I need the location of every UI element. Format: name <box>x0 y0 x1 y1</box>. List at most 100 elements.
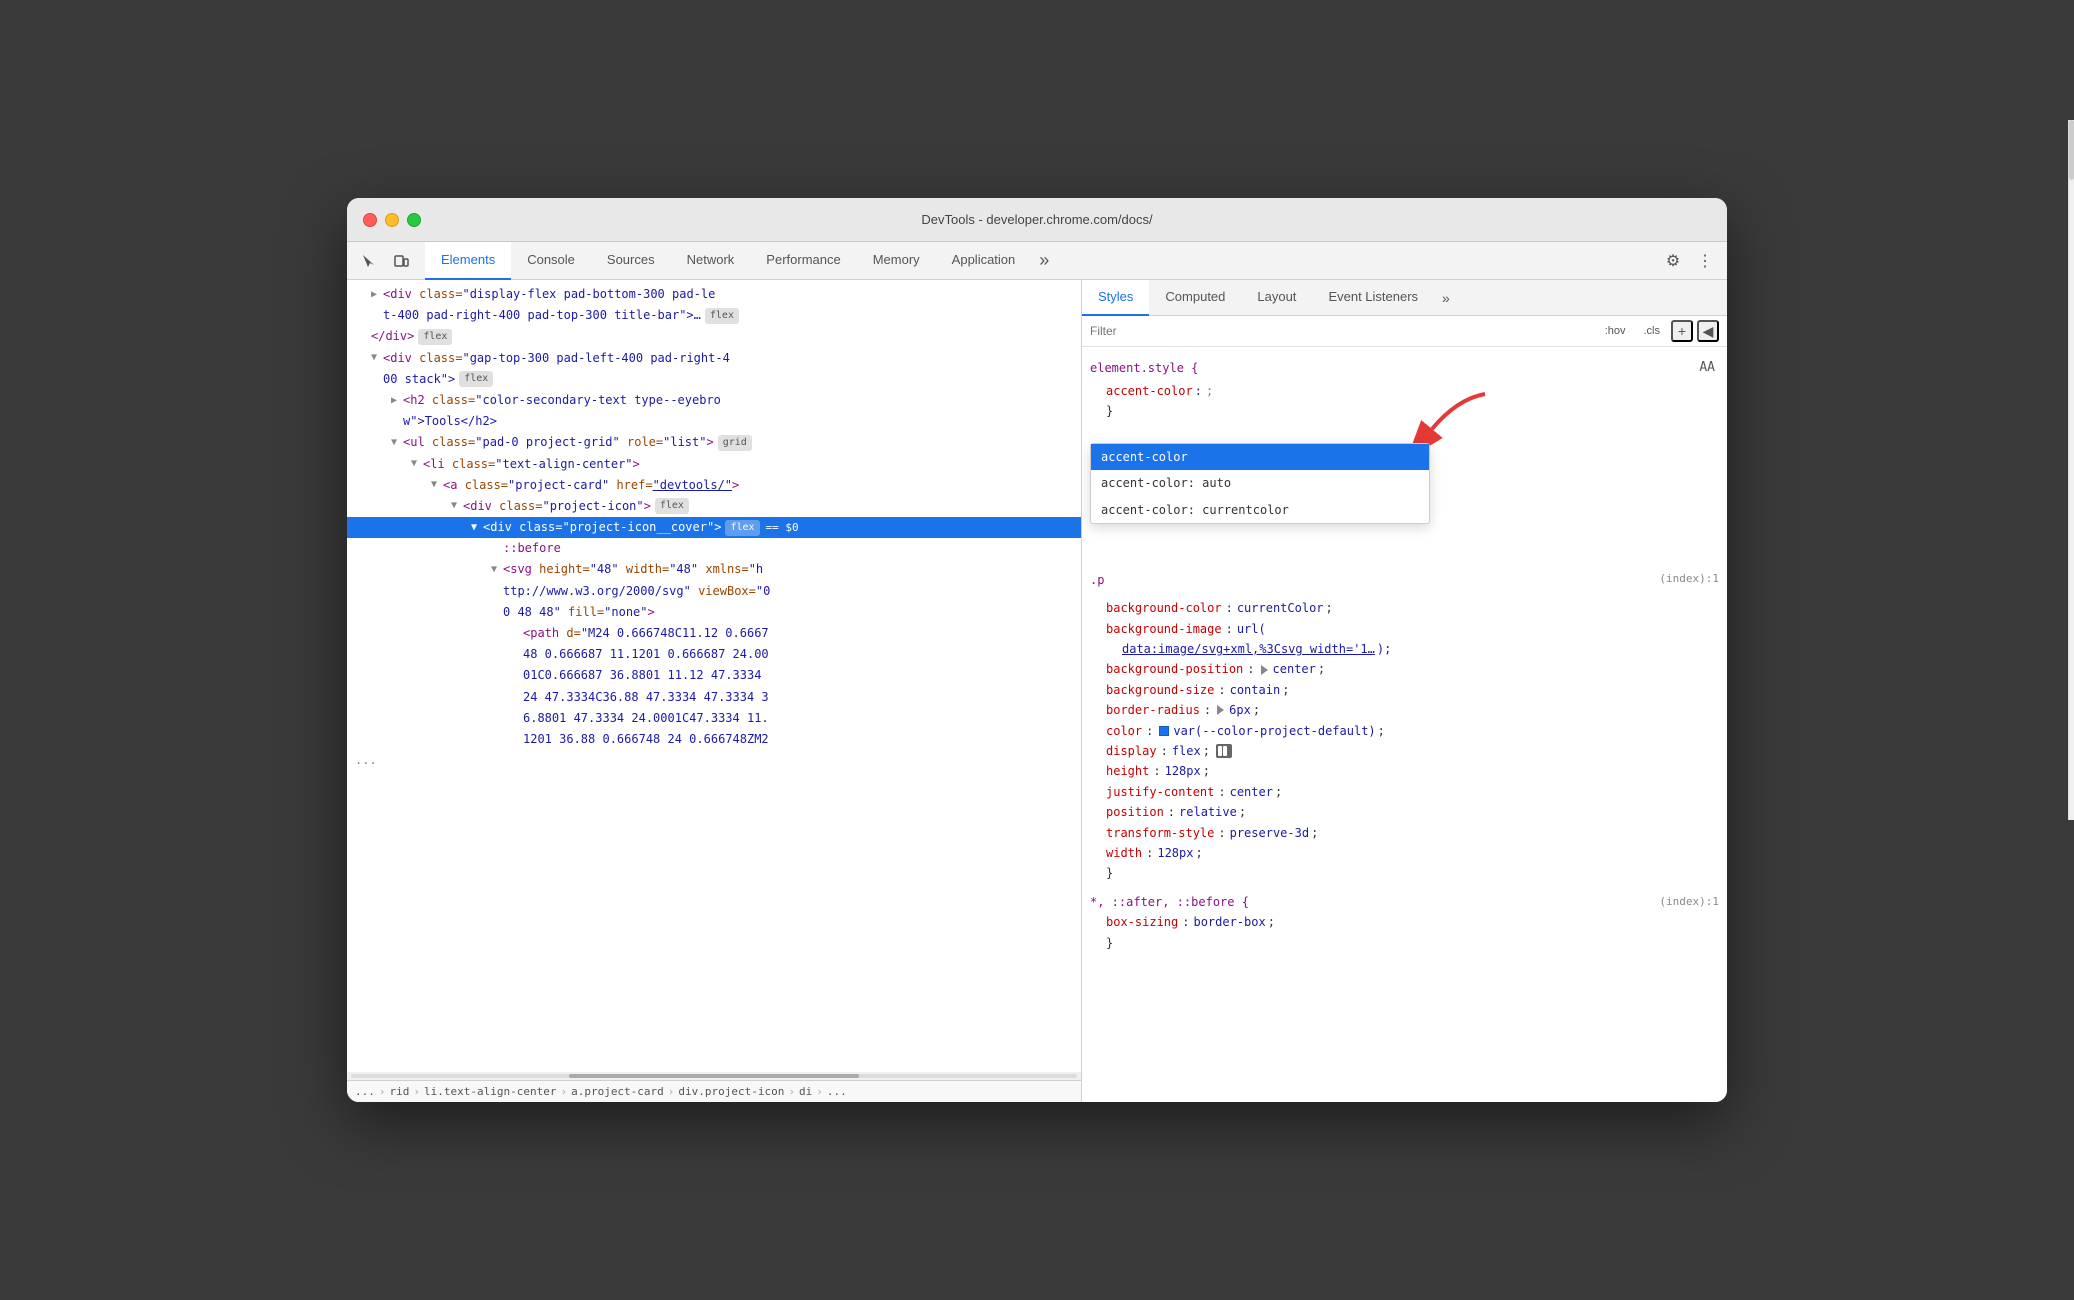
red-arrow-icon <box>1407 389 1487 449</box>
dom-selected-indicator: == $0 <box>766 519 799 537</box>
breadcrumb-item[interactable]: di <box>799 1085 812 1098</box>
dom-line[interactable]: ▶ <h2 class="color-secondary-text type--… <box>347 390 1081 411</box>
dom-line[interactable]: 6.8801 47.3334 24.0001C47.3334 11. <box>347 708 1081 729</box>
tab-event-listeners[interactable]: Event Listeners <box>1312 280 1434 316</box>
autocomplete-item-accent-currentcolor[interactable]: accent-color: currentcolor <box>1091 497 1429 523</box>
styles-tab-overflow[interactable]: » <box>1434 290 1458 306</box>
dom-content[interactable]: ▶ <div class="display-flex pad-bottom-30… <box>347 280 1081 1072</box>
toggle-sidebar-button[interactable]: ◀ <box>1697 320 1719 342</box>
css-prop-background-image: background-image: url( <box>1090 619 1719 639</box>
dom-tag: <div <box>383 285 419 304</box>
autocomplete-item-accent-color[interactable]: accent-color <box>1091 444 1429 470</box>
breadcrumb-item[interactable]: rid <box>390 1085 410 1098</box>
dom-line[interactable]: ▼ <svg height="48" width="48" xmlns="h <box>347 559 1081 580</box>
tab-application[interactable]: Application <box>936 242 1032 280</box>
css-rule-header: element.style { AA <box>1090 355 1719 381</box>
dom-scrollbar-track[interactable] <box>351 1074 1077 1078</box>
window-title: DevTools - developer.chrome.com/docs/ <box>921 212 1152 227</box>
expand-triangle[interactable] <box>1217 705 1224 715</box>
css-prop-display: display: flex; <box>1090 741 1719 761</box>
traffic-lights <box>363 213 421 227</box>
css-brace-close-p: } <box>1090 863 1719 883</box>
settings-button[interactable]: ⚙ <box>1659 247 1687 275</box>
expand-arrow[interactable]: ▼ <box>391 435 403 451</box>
dom-line[interactable]: ▶ <path d="M24 0.666748C11.12 0.6667 <box>347 623 1081 644</box>
close-button[interactable] <box>363 213 377 227</box>
maximize-button[interactable] <box>407 213 421 227</box>
minimize-button[interactable] <box>385 213 399 227</box>
dom-line[interactable]: 24 47.3334C36.88 47.3334 47.3334 3 <box>347 687 1081 708</box>
filter-input[interactable] <box>1090 324 1590 338</box>
styles-content[interactable]: element.style { AA accent-color : ; <box>1082 347 1727 1102</box>
css-prop-position: position: relative; <box>1090 802 1719 822</box>
breadcrumb-item[interactable]: div.project-icon <box>678 1085 784 1098</box>
tab-sources[interactable]: Sources <box>591 242 671 280</box>
expand-arrow[interactable]: ▼ <box>451 498 463 514</box>
expand-arrow[interactable]: ▼ <box>411 456 423 472</box>
dom-line[interactable]: w">Tools</h2> <box>347 411 1081 432</box>
cursor-icon[interactable] <box>355 247 383 275</box>
dom-line[interactable]: 48 0.666687 11.1201 0.666687 24.00 <box>347 644 1081 665</box>
expand-arrow[interactable]: ▼ <box>431 477 443 493</box>
breadcrumb-item[interactable]: li.text-align-center <box>424 1085 556 1098</box>
dom-line[interactable]: ▼ <div class="project-icon"> flex <box>347 496 1081 517</box>
expand-arrow[interactable]: ▶ <box>391 393 403 409</box>
css-rule-element-style: element.style { AA accent-color : ; <box>1082 351 1727 426</box>
editing-line: accent-color : ; <box>1090 381 1719 401</box>
tab-overflow-button[interactable]: » <box>1031 242 1057 280</box>
styles-panel: Styles Computed Layout Event Listeners »… <box>1082 280 1727 1102</box>
tab-elements[interactable]: Elements <box>425 242 511 280</box>
css-prop-box-sizing: box-sizing: border-box; <box>1090 912 1719 932</box>
tab-network[interactable]: Network <box>671 242 751 280</box>
display-icon[interactable] <box>1216 744 1232 758</box>
dom-line[interactable]: ▼ <a class="project-card" href="devtools… <box>347 475 1081 496</box>
dom-line[interactable]: ... <box>347 750 1081 771</box>
hov-button[interactable]: :hov <box>1598 322 1633 340</box>
dom-line[interactable]: ▼ <div class="gap-top-300 pad-left-400 p… <box>347 348 1081 369</box>
tab-computed[interactable]: Computed <box>1149 280 1241 316</box>
dom-line[interactable]: ▶ <div class="display-flex pad-bottom-30… <box>347 284 1081 305</box>
dom-line[interactable]: ▼ <ul class="pad-0 project-grid" role="l… <box>347 432 1081 453</box>
dom-line[interactable]: 01C0.666687 36.8801 11.12 47.3334 <box>347 665 1081 686</box>
main-tab-list: Elements Console Sources Network Perform… <box>425 242 1657 280</box>
devtools-container: Elements Console Sources Network Perform… <box>347 242 1727 1102</box>
dom-scrollbar-thumb[interactable] <box>569 1074 859 1078</box>
tab-memory[interactable]: Memory <box>857 242 936 280</box>
dom-line[interactable]: 00 stack"> flex <box>347 369 1081 390</box>
css-selector-universal: *, ::after, ::before { <box>1090 892 1249 912</box>
dom-scrollbar[interactable] <box>347 1072 1081 1080</box>
color-swatch[interactable] <box>1159 726 1169 736</box>
autocomplete-dropdown[interactable]: accent-color accent-color: auto accent-c… <box>1090 443 1430 524</box>
dom-badge-flex: flex <box>705 308 739 324</box>
tab-performance[interactable]: Performance <box>750 242 856 280</box>
aa-icon[interactable]: AA <box>1695 355 1719 381</box>
dom-line-selected[interactable]: ▼ <div class="project-icon__cover"> flex… <box>347 517 1081 538</box>
more-button[interactable]: ⋮ <box>1691 247 1719 275</box>
breadcrumb-item[interactable]: ... <box>355 1085 375 1098</box>
css-rule-p: .p (index):1 <box>1082 566 1727 594</box>
add-style-button[interactable]: + <box>1671 320 1693 342</box>
dom-line[interactable]: </div> flex <box>347 326 1081 347</box>
cls-button[interactable]: .cls <box>1637 322 1668 340</box>
dom-line[interactable]: 1201 36.88 0.666748 24 0.666748ZM2 <box>347 729 1081 750</box>
dom-line[interactable]: t-400 pad-right-400 pad-top-300 title-ba… <box>347 305 1081 326</box>
autocomplete-item-accent-auto[interactable]: accent-color: auto <box>1091 470 1429 496</box>
css-prop-height: height: 128px; <box>1090 761 1719 781</box>
expand-arrow[interactable]: ▼ <box>471 520 483 536</box>
expand-triangle[interactable] <box>1261 665 1268 675</box>
tab-styles[interactable]: Styles <box>1082 280 1149 316</box>
device-toggle-icon[interactable] <box>387 247 415 275</box>
expand-arrow[interactable]: ▼ <box>371 350 383 366</box>
expand-arrow[interactable]: ▶ <box>371 287 383 303</box>
breadcrumb-bar: ... › rid › li.text-align-center › a.pro… <box>347 1080 1081 1102</box>
dom-line[interactable]: ::before <box>347 538 1081 559</box>
expand-arrow[interactable]: ▼ <box>491 562 503 578</box>
tab-console[interactable]: Console <box>511 242 591 280</box>
breadcrumb-item[interactable]: ... <box>827 1085 847 1098</box>
breadcrumb-item[interactable]: a.project-card <box>571 1085 664 1098</box>
dom-line[interactable]: ▼ <li class="text-align-center"> <box>347 454 1081 475</box>
dom-line[interactable]: 0 48 48" fill="none"> <box>347 602 1081 623</box>
tab-layout[interactable]: Layout <box>1241 280 1312 316</box>
dom-line[interactable]: ttp://www.w3.org/2000/svg" viewBox="0 <box>347 581 1081 602</box>
dom-badge-flex: flex <box>655 498 689 514</box>
